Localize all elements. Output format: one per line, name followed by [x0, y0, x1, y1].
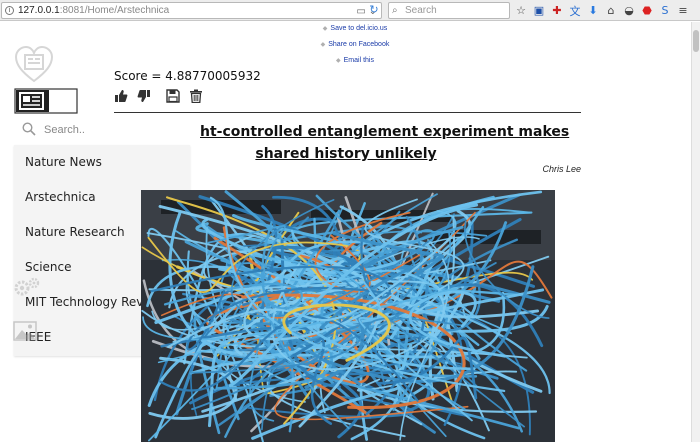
- floppy-disk-icon[interactable]: [166, 89, 180, 103]
- menu-item-nature-news[interactable]: Nature News: [14, 145, 190, 180]
- reload-icon[interactable]: ↻: [366, 2, 382, 17]
- search-icon: [22, 122, 36, 136]
- sidebar-search-placeholder: Search..: [44, 124, 85, 136]
- share-email-link[interactable]: ◆ Email this: [300, 55, 410, 71]
- sidebar-search-input[interactable]: Search..: [14, 117, 190, 145]
- gears-icon[interactable]: [13, 276, 41, 298]
- article-title-line1[interactable]: ht-controlled entanglement experiment ma…: [190, 121, 582, 143]
- page-scrollbar[interactable]: [691, 22, 700, 442]
- search-icon: ⌕: [392, 5, 398, 16]
- bookmark-star-icon[interactable]: ☆: [514, 4, 528, 18]
- translate-icon[interactable]: 文: [568, 4, 582, 18]
- score-text: Score = 4.88770005932: [114, 69, 261, 83]
- browser-search-input[interactable]: ⌕ Search: [388, 2, 510, 19]
- home-icon[interactable]: ⌂: [604, 4, 618, 18]
- image-icon[interactable]: [13, 321, 37, 341]
- download-icon[interactable]: ⬇: [586, 4, 600, 18]
- article-cables-image: [141, 190, 555, 442]
- extension-icon[interactable]: ✚: [550, 4, 564, 18]
- share-delicious-link[interactable]: ◆ Save to del.icio.us: [300, 23, 410, 39]
- article-title[interactable]: ht-controlled entanglement experiment ma…: [190, 121, 582, 165]
- info-icon[interactable]: i: [5, 6, 14, 15]
- newspaper-logo-icon[interactable]: [14, 88, 78, 114]
- article-title-line2[interactable]: shared history unlikely: [190, 143, 582, 165]
- url-bar[interactable]: i 127.0.0.1:8081/Home/Arstechnica ▭ ⌄: [1, 2, 382, 19]
- trash-icon[interactable]: [189, 89, 203, 103]
- share-links: ◆ Save to del.icio.us ◆ Share on Facebook …: [300, 23, 410, 71]
- browser-toolbar: i 127.0.0.1:8081/Home/Arstechnica ▭ ⌄ ↻ …: [0, 0, 700, 21]
- thumbs-up-icon[interactable]: [114, 89, 128, 103]
- browser-search-placeholder: Search: [405, 5, 437, 16]
- scrollbar-thumb[interactable]: [693, 30, 699, 52]
- menu-icon[interactable]: ≡: [676, 4, 690, 18]
- header-divider: [114, 112, 581, 113]
- url-host: 127.0.0.1: [18, 5, 60, 16]
- thumbs-down-icon[interactable]: [137, 89, 151, 103]
- adblock-icon[interactable]: ⬣: [640, 4, 654, 18]
- pocket-icon[interactable]: ◒: [622, 4, 636, 18]
- url-path: :8081/Home/Arstechnica: [59, 5, 170, 16]
- sync-icon[interactable]: S: [658, 4, 672, 18]
- heart-news-logo-icon: [14, 46, 54, 83]
- article-author: Chris Lee: [542, 164, 581, 174]
- save-page-icon[interactable]: ▣: [532, 4, 546, 18]
- article-actions: [114, 89, 203, 103]
- share-facebook-link[interactable]: ◆ Share on Facebook: [300, 39, 410, 55]
